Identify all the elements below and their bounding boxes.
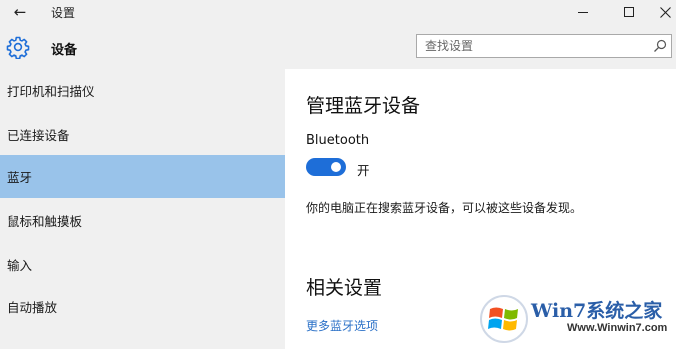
sidebar-item-bluetooth[interactable]: 蓝牙	[0, 155, 285, 198]
sidebar-item-label: 输入	[7, 257, 33, 273]
settings-window: ← 设置 设备 查找设置 打印机和扫描仪 已连接设备 蓝牙 鼠标和触摸板 输入 …	[0, 0, 676, 349]
sidebar-item-connected-devices[interactable]: 已连接设备	[0, 113, 285, 155]
sidebar: 打印机和扫描仪 已连接设备 蓝牙 鼠标和触摸板 输入 自动播放	[0, 69, 285, 349]
section-title: 管理蓝牙设备	[306, 95, 421, 117]
maximize-icon	[624, 7, 634, 17]
sidebar-item-label: 打印机和扫描仪	[7, 83, 95, 99]
sidebar-item-printers[interactable]: 打印机和扫描仪	[0, 69, 285, 111]
page-header: 设备	[0, 24, 676, 69]
search-box[interactable]	[416, 34, 672, 58]
bluetooth-label: Bluetooth	[306, 133, 370, 148]
watermark: Win7系统之家 Www.Winwin7.com	[475, 292, 675, 348]
discovery-status-text: 你的电脑正在搜索蓝牙设备，可以被这些设备发现。	[306, 201, 583, 215]
title-bar: ← 设置	[0, 0, 676, 24]
close-icon	[659, 6, 671, 18]
sidebar-item-label: 已连接设备	[7, 127, 70, 143]
gear-icon	[6, 36, 30, 59]
search-icon[interactable]	[653, 39, 667, 53]
search-input[interactable]	[425, 37, 645, 55]
windows-logo-icon	[480, 295, 528, 343]
related-settings-title: 相关设置	[306, 277, 383, 299]
sidebar-item-mouse-touchpad[interactable]: 鼠标和触摸板	[0, 199, 285, 241]
back-arrow-icon: ←	[13, 3, 27, 21]
sidebar-item-label: 自动播放	[7, 299, 58, 315]
sidebar-item-label: 蓝牙	[7, 170, 33, 185]
page-title: 设备	[51, 43, 78, 58]
toggle-state-label: 开	[357, 163, 370, 178]
sidebar-item-autoplay[interactable]: 自动播放	[0, 285, 285, 327]
sidebar-item-typing[interactable]: 输入	[0, 243, 285, 285]
minimize-button[interactable]	[560, 0, 606, 24]
watermark-brand: Win7系统之家	[531, 300, 663, 322]
bluetooth-toggle[interactable]	[306, 158, 346, 176]
close-button[interactable]	[642, 0, 676, 24]
sidebar-item-label: 鼠标和触摸板	[7, 213, 83, 229]
more-bluetooth-options-link[interactable]: 更多蓝牙选项	[306, 317, 378, 334]
toggle-knob	[331, 162, 341, 172]
window-title: 设置	[51, 6, 76, 20]
back-button[interactable]: ←	[6, 2, 34, 22]
minimize-icon	[578, 11, 588, 13]
watermark-url: Www.Winwin7.com	[567, 322, 668, 334]
